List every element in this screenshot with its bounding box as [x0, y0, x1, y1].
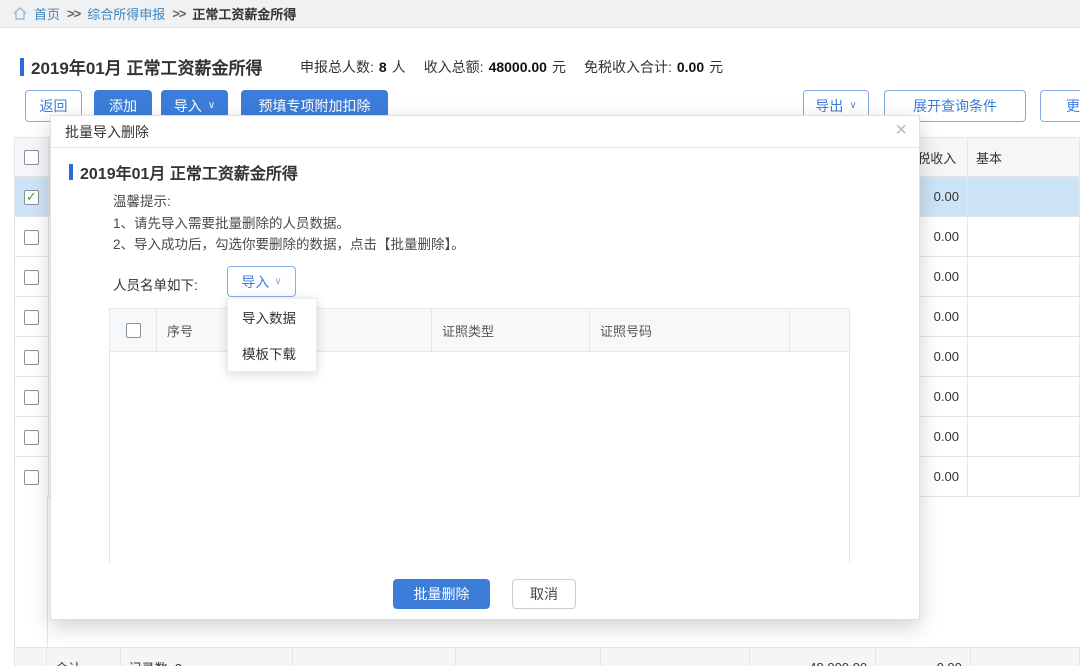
batch-delete-button[interactable]: 批量删除	[393, 579, 490, 609]
more-button[interactable]: 更多	[1040, 90, 1080, 122]
delete-list-body-empty	[110, 352, 849, 563]
modal-title: 批量导入删除	[65, 122, 149, 142]
row-checkbox[interactable]	[24, 230, 39, 245]
modal-header: 批量导入删除 ×	[51, 116, 919, 148]
check-icon: ✓	[26, 189, 37, 205]
row-checkbox[interactable]	[24, 470, 39, 485]
tips-line1: 1、请先导入需要批量删除的人员数据。	[113, 213, 465, 235]
summary-stats: 申报总人数: 8 人 收入总额: 48000.00 元 免税收入合计: 0.00…	[300, 57, 723, 77]
cancel-button[interactable]: 取消	[512, 579, 576, 609]
column-header-extra	[790, 309, 849, 351]
close-icon[interactable]: ×	[895, 120, 907, 140]
column-header-cert-type: 证照类型	[432, 309, 590, 351]
column-header-basic: 基本	[967, 138, 1079, 177]
table-empty-strip	[14, 496, 48, 647]
breadcrumb-home[interactable]: 首页	[34, 4, 60, 23]
column-header-cert-no: 证照号码	[590, 309, 790, 351]
person-list-label: 人员名单如下:	[113, 274, 198, 294]
tips-heading: 温馨提示:	[113, 191, 465, 213]
stat-taxfree-income: 免税收入合计: 0.00 元	[584, 57, 723, 77]
breadcrumb-separator: >>	[67, 6, 80, 21]
caret-down-icon: ∨	[208, 101, 215, 111]
total-label: 合计	[47, 648, 120, 666]
breadcrumb-level1[interactable]: 综合所得申报	[87, 4, 165, 23]
select-all-checkbox[interactable]	[24, 150, 39, 165]
caret-down-icon: ∨	[274, 277, 281, 287]
taxfree-total: 0.00	[876, 648, 971, 666]
modal-select-all-checkbox[interactable]	[126, 323, 141, 338]
menu-item-import-data[interactable]: 导入数据	[228, 299, 316, 335]
record-count: 记录数: 8	[120, 648, 293, 666]
breadcrumb-current: 正常工资薪金所得	[192, 4, 296, 23]
import-dropdown-menu: 导入数据 模板下载	[227, 298, 317, 372]
batch-delete-modal: 批量导入删除 × 2019年01月 正常工资薪金所得 温馨提示: 1、请先导入需…	[50, 115, 920, 620]
row-checkbox[interactable]	[24, 350, 39, 365]
modal-import-button[interactable]: 导入 ∨	[227, 266, 296, 297]
menu-item-template-download[interactable]: 模板下载	[228, 335, 316, 371]
stat-total-people: 申报总人数: 8 人	[300, 57, 406, 77]
income-total: 48,000.00	[750, 648, 876, 666]
page-title: 2019年01月 正常工资薪金所得	[31, 54, 262, 79]
tips-line2: 2、导入成功后，勾选你要删除的数据，点击【批量删除】。	[113, 234, 465, 256]
column-header-seq: 序号	[157, 309, 228, 351]
stat-total-income: 收入总额: 48000.00 元	[424, 57, 566, 77]
row-checkbox[interactable]	[24, 270, 39, 285]
home-icon[interactable]	[13, 7, 27, 20]
accent-bar	[69, 164, 73, 180]
screen: 首页 >> 综合所得申报 >> 正常工资薪金所得 2019年01月 正常工资薪金…	[0, 0, 1080, 666]
caret-down-icon: ∨	[849, 101, 856, 111]
totals-row: 合计 记录数: 8 48,000.00 0.00	[14, 647, 1080, 666]
tips-block: 温馨提示: 1、请先导入需要批量删除的人员数据。 2、导入成功后，勾选你要删除的…	[113, 191, 465, 256]
row-checkbox[interactable]	[24, 430, 39, 445]
row-checkbox-checked[interactable]: ✓	[24, 190, 39, 205]
delete-list-table: 序号 证照类型 证照号码	[109, 308, 850, 563]
modal-section-title: 2019年01月 正常工资薪金所得	[80, 160, 298, 184]
row-checkbox[interactable]	[24, 310, 39, 325]
accent-bar	[20, 58, 24, 76]
breadcrumb: 首页 >> 综合所得申报 >> 正常工资薪金所得	[0, 0, 1080, 28]
page-title-row: 2019年01月 正常工资薪金所得	[20, 54, 262, 79]
row-checkbox[interactable]	[24, 390, 39, 405]
delete-list-header: 序号 证照类型 证照号码	[110, 309, 849, 352]
modal-section-title-row: 2019年01月 正常工资薪金所得	[69, 160, 298, 184]
breadcrumb-separator: >>	[172, 6, 185, 21]
